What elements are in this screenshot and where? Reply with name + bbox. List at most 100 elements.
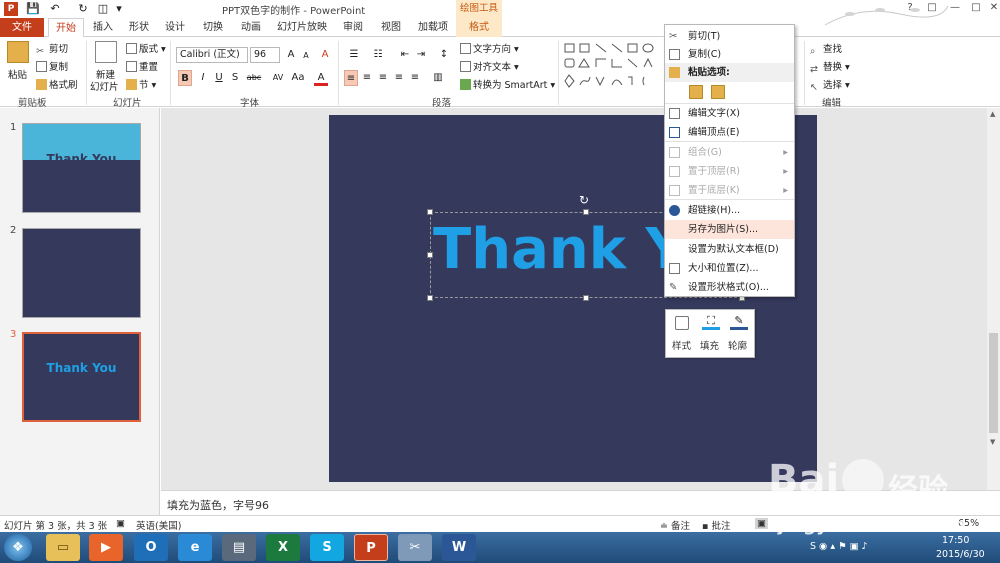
tab-format[interactable]: 格式 xyxy=(456,18,502,37)
slide-thumbnail-3[interactable]: Thank You xyxy=(22,332,141,422)
font-color-button[interactable]: A xyxy=(314,70,328,86)
font-name-combo[interactable]: Calibri (正文) xyxy=(176,47,248,63)
text-direction-button[interactable]: 文字方向 ▾ xyxy=(460,41,519,55)
italic-button[interactable]: I xyxy=(196,70,210,86)
new-slide-icon[interactable] xyxy=(95,41,117,63)
vertical-scrollbar[interactable]: ▲ ▼ xyxy=(987,108,1000,490)
snipping-tool-icon[interactable]: ✂ xyxy=(398,534,432,561)
paste-picture-icon[interactable] xyxy=(711,85,725,99)
style-button-label[interactable]: 样式 xyxy=(672,338,691,352)
customize-qat-icon[interactable]: ▾ xyxy=(112,2,126,16)
cut-button[interactable]: ✂ 剪切 xyxy=(36,41,68,57)
tab-animations[interactable]: 动画 xyxy=(234,18,268,37)
redo-icon[interactable]: ↻ xyxy=(76,2,90,16)
resize-handle[interactable] xyxy=(427,209,433,215)
section-button[interactable]: 节 ▾ xyxy=(126,77,156,91)
resize-handle[interactable] xyxy=(583,209,589,215)
close-button[interactable]: ✕ xyxy=(984,1,1000,15)
tab-view[interactable]: 视图 xyxy=(374,18,408,37)
paste-button[interactable]: 粘贴 xyxy=(8,67,27,81)
menu-item-hyperlink[interactable]: 超链接(H)... xyxy=(665,201,794,220)
align-center-button[interactable]: ≡ xyxy=(360,70,374,86)
excel-icon[interactable]: X xyxy=(266,534,300,561)
start-button-icon[interactable]: ❖ xyxy=(4,534,32,561)
menu-item-cut[interactable]: ✂ 剪切(T) xyxy=(665,27,794,46)
scroll-up-icon[interactable]: ▲ xyxy=(990,110,995,118)
menu-item-copy[interactable]: 复制(C) xyxy=(665,45,794,64)
paste-keep-format-icon[interactable] xyxy=(689,85,703,99)
ie-icon[interactable]: e xyxy=(178,534,212,561)
bold-button[interactable]: B xyxy=(178,70,192,86)
align-right-button[interactable]: ≡ xyxy=(376,70,390,86)
menu-item-set-default-textbox[interactable]: 设置为默认文本框(D) xyxy=(665,240,794,259)
convert-smartart-button[interactable]: 转换为 SmartArt ▾ xyxy=(460,77,555,91)
bullets-button[interactable]: ☰ xyxy=(344,47,364,63)
outline-pen-icon[interactable]: ✎ xyxy=(730,314,748,330)
justify-button[interactable]: ≡ xyxy=(392,70,406,86)
undo-icon[interactable]: ↶ xyxy=(48,2,62,16)
maximize-button[interactable]: □ xyxy=(966,1,986,15)
powerpoint-taskbar-icon[interactable]: P xyxy=(354,534,388,561)
line-spacing-button[interactable]: ↕ xyxy=(434,47,454,63)
columns-button[interactable]: ▥ xyxy=(428,70,448,86)
explorer-icon[interactable]: ▭ xyxy=(46,534,80,561)
outlook-icon[interactable]: O xyxy=(134,534,168,561)
slide-thumbnail-2[interactable] xyxy=(22,228,141,318)
menu-item-size-position[interactable]: 大小和位置(Z)... xyxy=(665,259,794,278)
tab-slideshow[interactable]: 幻灯片放映 xyxy=(272,18,332,37)
tray-icons[interactable]: S ◉ ▴ ⚑ ▣ ♪ xyxy=(810,541,868,552)
scroll-thumb[interactable] xyxy=(989,333,998,433)
tab-addins[interactable]: 加载项 xyxy=(412,18,454,37)
slide-thumbnail-1[interactable]: Thank You xyxy=(22,123,141,213)
rotate-handle-icon[interactable]: ↻ xyxy=(579,193,589,207)
char-spacing-button[interactable]: AV xyxy=(268,70,288,86)
menu-item-save-as-picture[interactable]: 另存为图片(S)... xyxy=(665,220,794,239)
outline-button-label[interactable]: 轮廓 xyxy=(728,338,747,352)
align-text-button[interactable]: 对齐文本 ▾ xyxy=(460,59,519,73)
tab-review[interactable]: 审阅 xyxy=(336,18,370,37)
tab-design[interactable]: 设计 xyxy=(158,18,192,37)
app-window-icon[interactable]: ▤ xyxy=(222,534,256,561)
tab-shape[interactable]: 形状 xyxy=(122,18,156,37)
resize-handle[interactable] xyxy=(583,295,589,301)
underline-button[interactable]: U xyxy=(212,70,226,86)
select-button[interactable]: ↖ 选择 ▾ xyxy=(810,77,850,93)
spellcheck-icon[interactable]: ▣ xyxy=(116,518,125,529)
save-icon[interactable]: 💾 xyxy=(26,2,40,16)
language[interactable]: 英语(美国) xyxy=(136,518,181,532)
replace-button[interactable]: ⇄ 替换 ▾ xyxy=(810,59,850,75)
format-painter-button[interactable]: 格式刷 xyxy=(36,77,78,91)
resize-handle[interactable] xyxy=(427,295,433,301)
tab-transitions[interactable]: 切换 xyxy=(196,18,230,37)
reset-button[interactable]: 重置 xyxy=(126,59,158,73)
resize-handle[interactable] xyxy=(427,252,433,258)
present-icon[interactable]: ◫ xyxy=(96,2,110,16)
comments-button[interactable]: ▪ 批注 xyxy=(702,518,730,532)
numbering-button[interactable]: ☷ xyxy=(368,47,388,63)
shadow-button[interactable]: S xyxy=(228,70,242,86)
menu-item-edit-points[interactable]: 编辑顶点(E) xyxy=(665,123,794,142)
strikethrough-button[interactable]: abc xyxy=(244,70,264,86)
layout-button[interactable]: 版式 ▾ xyxy=(126,41,166,55)
grow-font-button[interactable]: A xyxy=(284,47,298,63)
copy-button[interactable]: 复制 xyxy=(36,59,68,73)
notes-button[interactable]: ≐ 备注 xyxy=(660,518,690,532)
decrease-indent-button[interactable]: ⇤ xyxy=(398,47,412,63)
distribute-button[interactable]: ≡ xyxy=(408,70,422,86)
shapes-gallery[interactable] xyxy=(564,41,664,91)
increase-indent-button[interactable]: ⇥ xyxy=(414,47,428,63)
shrink-font-button[interactable]: A xyxy=(299,48,313,64)
align-left-button[interactable]: ≡ xyxy=(344,70,358,86)
fill-button-label[interactable]: 填充 xyxy=(700,338,719,352)
fill-bucket-icon[interactable]: ⛶ xyxy=(702,314,720,330)
style-icon[interactable] xyxy=(675,316,689,330)
tab-home[interactable]: 开始 xyxy=(48,18,84,38)
change-case-button[interactable]: Aa xyxy=(288,70,308,86)
new-slide-label-2[interactable]: 幻灯片 xyxy=(90,79,119,93)
menu-item-edit-text[interactable]: 编辑文字(X) xyxy=(665,104,794,123)
find-button[interactable]: ⌕ 查找 xyxy=(810,41,842,57)
skype-icon[interactable]: S xyxy=(310,534,344,561)
scroll-down-icon[interactable]: ▼ xyxy=(990,438,995,446)
tab-file[interactable]: 文件 xyxy=(0,18,44,37)
menu-item-format-shape[interactable]: ✎ 设置形状格式(O)... xyxy=(665,278,794,297)
